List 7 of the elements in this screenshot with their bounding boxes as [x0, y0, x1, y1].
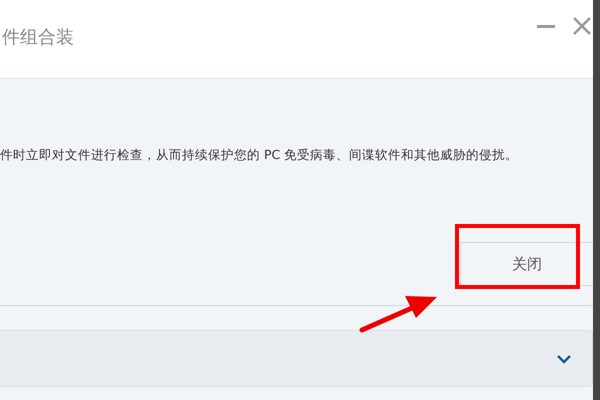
- chevron-icon: [556, 354, 572, 364]
- window-title: 件组合装: [2, 26, 74, 49]
- description-text: 件时立即对文件进行检查，从而持续保护您的 PC 免受病毒、间谍软件和其他威胁的侵扰。: [0, 147, 520, 164]
- dialog-close-button[interactable]: 关闭: [460, 242, 593, 286]
- close-icon: [571, 15, 593, 37]
- minimize-icon: [537, 24, 555, 28]
- close-button[interactable]: [571, 15, 593, 37]
